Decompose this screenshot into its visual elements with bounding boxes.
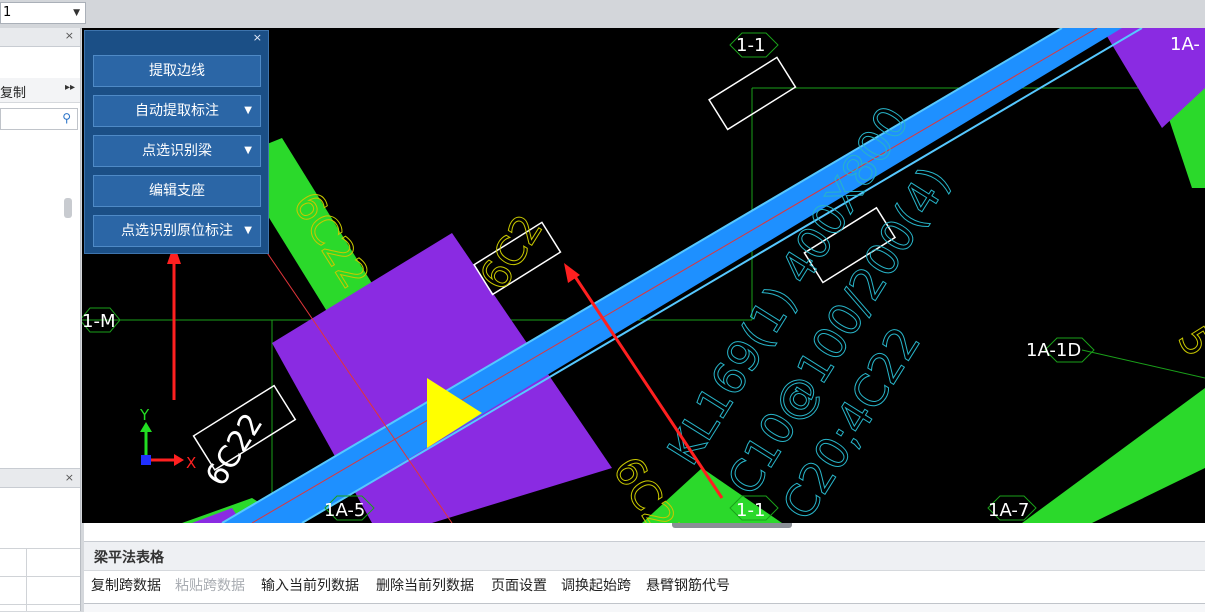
close-icon[interactable]: ×	[65, 471, 74, 484]
grid-line	[0, 576, 80, 577]
copy-button[interactable]: 复制	[0, 82, 26, 101]
ucs-icon: Y X	[139, 406, 196, 472]
left-panel-header: ×	[0, 28, 80, 47]
button-label: 点选识别梁	[142, 143, 212, 159]
left-panel: × 复制 ▸▸ ⚲ ×	[0, 28, 81, 611]
left-panel-lower-header: ×	[0, 468, 80, 488]
scrollbar-thumb[interactable]	[64, 198, 72, 218]
cantilever-rebar-code-button[interactable]: 悬臂钢筋代号	[646, 575, 730, 595]
recognition-panel: × 提取边线 自动提取标注 ▼ 点选识别梁 ▼ 编辑支座 点选识别原位标注 ▼	[84, 30, 269, 254]
page-setup-button[interactable]: 页面设置	[491, 575, 547, 595]
chevron-down-icon: ▼	[73, 8, 80, 18]
edit-support-button[interactable]: 编辑支座	[93, 175, 261, 207]
auto-extract-annotation-button[interactable]: 自动提取标注 ▼	[93, 95, 261, 127]
dropdown-arrow-icon[interactable]: ▼	[244, 216, 252, 246]
close-icon[interactable]: ×	[65, 29, 74, 42]
delete-current-column-button[interactable]: 删除当前列数据	[376, 575, 474, 595]
search-input[interactable]: ⚲	[0, 108, 78, 130]
swap-start-span-button[interactable]: 调换起始跨	[561, 575, 631, 595]
axis-bubble-label: 1A-1D	[1026, 340, 1081, 361]
ucs-y-label: Y	[139, 406, 150, 424]
more-icon[interactable]: ▸▸	[65, 82, 75, 93]
button-label: 点选识别原位标注	[121, 223, 233, 239]
green-wall	[1022, 388, 1205, 523]
pick-identify-beam-button[interactable]: 点选识别梁 ▼	[93, 135, 261, 167]
panel-title-bar: 梁平法表格	[84, 541, 1205, 571]
property-grid	[0, 548, 80, 611]
button-label: 自动提取标注	[135, 103, 219, 119]
extract-edges-button[interactable]: 提取边线	[93, 55, 261, 87]
top-toolbar: 1 ▼	[0, 0, 1205, 29]
pick-identify-original-annotation-button[interactable]: 点选识别原位标注 ▼	[93, 215, 261, 247]
rebar-label: 6C22	[199, 407, 270, 492]
floor-select[interactable]: 1 ▼	[0, 2, 86, 24]
axis-bubble: 1-M	[82, 307, 121, 333]
close-icon[interactable]: ×	[253, 31, 262, 44]
axis-bubble-label: 1A-5	[324, 500, 365, 521]
input-current-column-button[interactable]: 输入当前列数据	[261, 575, 359, 595]
button-label: 提取边线	[149, 63, 205, 79]
search-icon[interactable]: ⚲	[62, 111, 71, 125]
ucs-x-label: X	[186, 454, 196, 472]
axis-bubble-label: 1A-7	[988, 500, 1029, 521]
axis-bubble-label: 1-M	[82, 311, 115, 332]
panel-title: 梁平法表格	[94, 550, 164, 566]
dropdown-arrow-icon[interactable]: ▼	[244, 136, 252, 166]
rebar-label: 5	[1169, 319, 1205, 365]
grid-line	[26, 548, 27, 611]
left-panel-toolbar: 复制 ▸▸	[0, 78, 80, 103]
floor-select-value: 1	[3, 5, 12, 20]
axis-bubble-label: 1-1	[736, 35, 765, 56]
copy-span-data-button[interactable]: 复制跨数据	[91, 575, 161, 595]
beam-table-panel: 梁平法表格 复制跨数据 粘贴跨数据 输入当前列数据 删除当前列数据 页面设置 调…	[84, 523, 1205, 612]
axis-bubble: 1A-7	[987, 495, 1037, 521]
dropdown-arrow-icon[interactable]: ▼	[244, 96, 252, 126]
axis-bubble-label: 1-1	[736, 500, 765, 521]
grid-line	[0, 604, 80, 605]
resize-handle[interactable]	[672, 523, 792, 528]
axis-bubble: 1-1	[729, 32, 779, 58]
annotation-arrow	[167, 244, 181, 400]
grid-line	[0, 548, 80, 549]
axis-bubble-label: 1A-	[1170, 34, 1200, 55]
button-label: 编辑支座	[149, 183, 205, 199]
paste-span-data-button[interactable]: 粘贴跨数据	[175, 575, 245, 595]
